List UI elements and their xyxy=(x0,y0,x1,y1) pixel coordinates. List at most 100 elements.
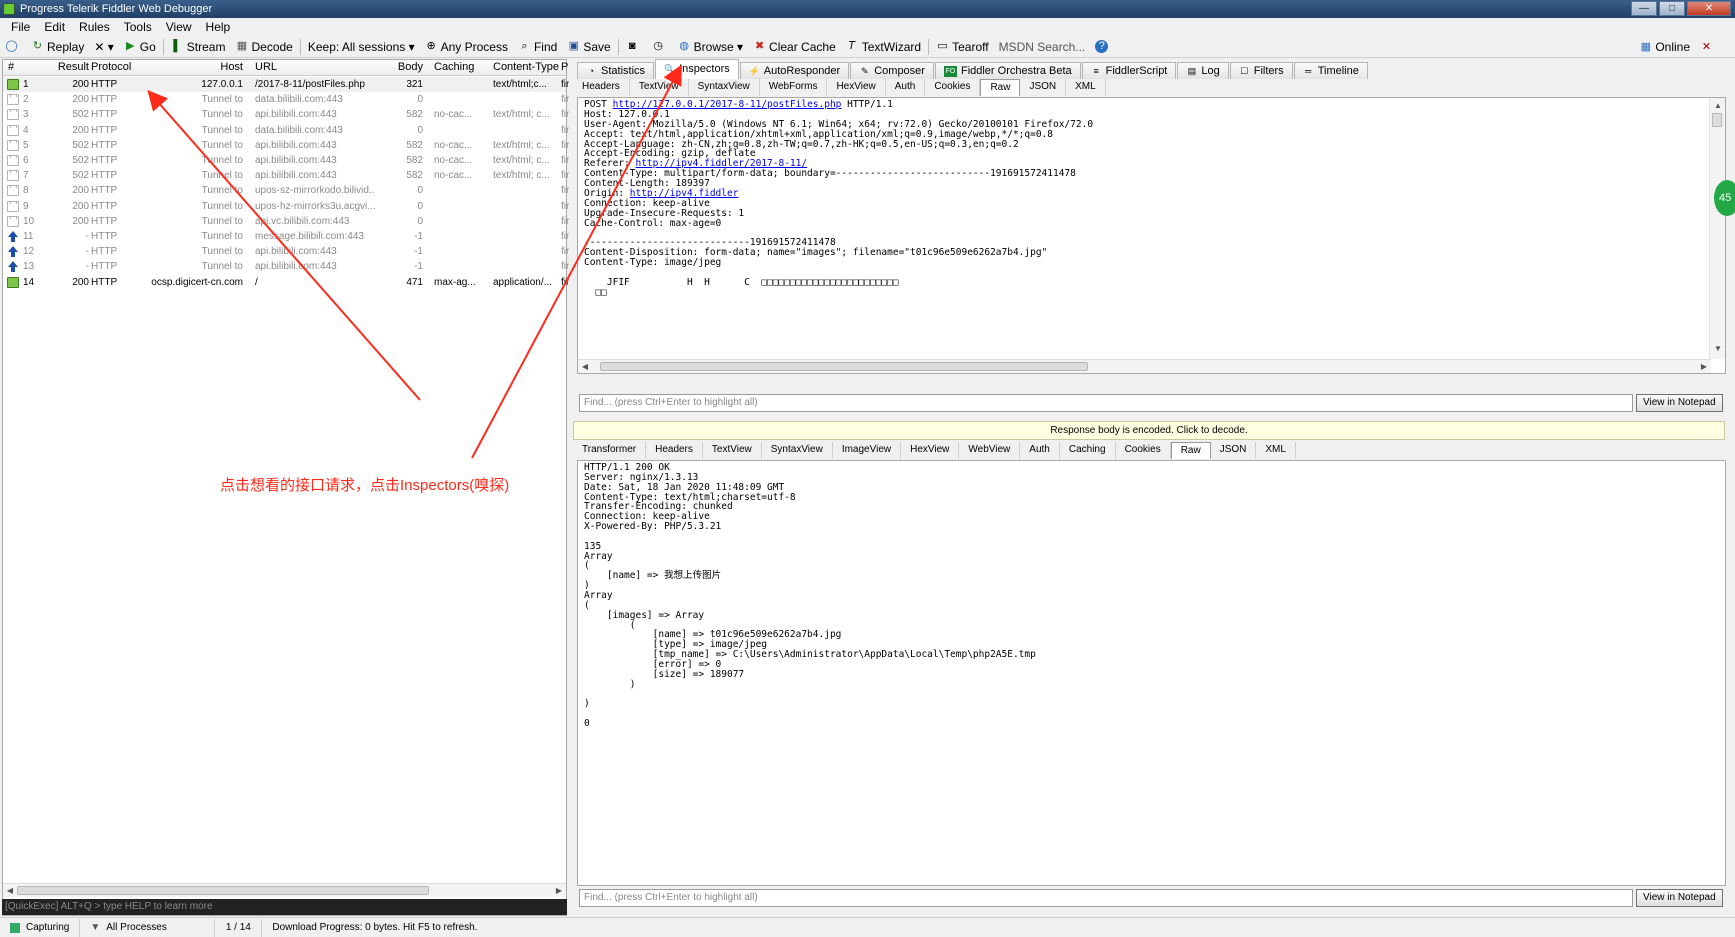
response-tab-syntaxview[interactable]: SyntaxView xyxy=(762,442,833,459)
column-header-result[interactable]: Result xyxy=(51,60,89,75)
session-row[interactable]: 9 200 HTTP Tunnel to upos-hz-mirrorks3u.acgv… xyxy=(3,199,569,214)
session-row[interactable]: 1 200 HTTP 127.0.0.1/2017-8-11/postFiles.ph… xyxy=(3,77,569,92)
request-tab-hexview[interactable]: HexView xyxy=(827,79,886,96)
request-tab-raw[interactable]: Raw xyxy=(980,79,1021,96)
tab-orchestra[interactable]: FO Fiddler Orchestra Beta xyxy=(934,62,1081,79)
stream-button[interactable]: ▌ Stream xyxy=(166,37,231,57)
response-tab-raw[interactable]: Raw xyxy=(1170,442,1211,459)
help-button[interactable]: ? xyxy=(1090,37,1116,57)
comment-button[interactable]: ◯ xyxy=(0,37,26,57)
scroll-left-icon[interactable]: ◀ xyxy=(5,885,15,896)
column-header-url[interactable]: URL xyxy=(255,60,375,75)
tab-inspectors[interactable]: 🔍 Inspectors xyxy=(655,59,739,79)
find-button[interactable]: ⌕ Find xyxy=(513,37,562,57)
request-horizontal-scrollbar[interactable]: ◀ ▶ xyxy=(578,359,1711,373)
tab-composer[interactable]: ✎ Composer xyxy=(850,62,934,79)
response-tab-json[interactable]: JSON xyxy=(1211,442,1257,459)
session-row[interactable]: 11 - HTTP Tunnel to message.bilibili.com:443… xyxy=(3,229,569,244)
browse-button[interactable]: ◍ Browse ▾ xyxy=(673,37,748,57)
session-row[interactable]: 8 200 HTTP Tunnel to upos-sz-mirrorkodo.bili… xyxy=(3,183,569,198)
tab-autoresponder[interactable]: ⚡ AutoResponder xyxy=(739,62,850,79)
response-view-in-notepad-button[interactable]: View in Notepad xyxy=(1636,889,1723,907)
process-filter[interactable]: ▼ All Processes xyxy=(80,918,216,937)
online-status[interactable]: ▦ Online ✕ xyxy=(1634,36,1721,57)
tab-timeline[interactable]: ═ Timeline xyxy=(1293,62,1368,79)
capturing-toggle[interactable]: Capturing xyxy=(0,918,81,937)
column-header-body[interactable]: Body xyxy=(378,60,423,75)
session-row[interactable]: 3 502 HTTP Tunnel to api.bilibili.com:443 582… xyxy=(3,107,569,122)
any-process-button[interactable]: ⊕ Any Process xyxy=(420,37,513,57)
session-row[interactable]: 4 200 HTTP Tunnel to data.bilibili.com:443 0 f… xyxy=(3,123,569,138)
tab-log[interactable]: ▤ Log xyxy=(1177,62,1229,79)
column-header-host[interactable]: Host xyxy=(135,60,243,75)
menu-rules[interactable]: Rules xyxy=(72,18,117,36)
request-tab-xml[interactable]: XML xyxy=(1066,79,1106,96)
close-toolbar-icon[interactable]: ✕ xyxy=(1700,41,1713,54)
session-row[interactable]: 12 - HTTP Tunnel to api.bilibili.com:443 -1 fi… xyxy=(3,244,569,259)
menu-view[interactable]: View xyxy=(159,18,199,36)
session-row[interactable]: 7 502 HTTP Tunnel to api.bilibili.com:443 582… xyxy=(3,168,569,183)
response-tab-auth[interactable]: Auth xyxy=(1020,442,1060,459)
response-tab-caching[interactable]: Caching xyxy=(1060,442,1116,459)
response-find-input[interactable]: Find... (press Ctrl+Enter to highlight a… xyxy=(579,889,1633,907)
request-tab-textview[interactable]: TextView xyxy=(630,79,689,96)
scroll-thumb[interactable] xyxy=(17,886,429,895)
timer-button[interactable]: ◷ xyxy=(647,37,673,57)
minimize-button[interactable]: — xyxy=(1631,1,1657,16)
tab-filters[interactable]: ☐ Filters xyxy=(1229,62,1293,79)
msdn-search-input[interactable]: MSDN Search... xyxy=(994,37,1091,57)
remove-sessions-button[interactable]: ✕ ▾ xyxy=(89,37,118,57)
maximize-button[interactable]: □ xyxy=(1659,1,1685,16)
replay-button[interactable]: ↻ Replay xyxy=(26,37,89,57)
scroll-right-icon[interactable]: ▶ xyxy=(1699,361,1709,372)
screenshot-button[interactable]: ◙ xyxy=(621,37,647,57)
request-tab-webforms[interactable]: WebForms xyxy=(760,79,828,96)
response-tab-textview[interactable]: TextView xyxy=(703,442,762,459)
menu-tools[interactable]: Tools xyxy=(117,18,159,36)
column-header-content-type[interactable]: Content-Type xyxy=(493,60,559,75)
response-tab-webview[interactable]: WebView xyxy=(959,442,1021,459)
request-vertical-scrollbar[interactable]: ▲ ▼ xyxy=(1709,98,1725,359)
column-header-protocol[interactable]: Protocol xyxy=(91,60,133,75)
session-row[interactable]: 5 502 HTTP Tunnel to api.bilibili.com:443 582… xyxy=(3,138,569,153)
tab-statistics[interactable]: ◔ Statistics xyxy=(577,62,655,79)
request-tab-auth[interactable]: Auth xyxy=(886,79,926,96)
request-raw-view[interactable]: POST http://127.0.0.1/2017-8-11/postFile… xyxy=(577,97,1726,374)
quickexec-input[interactable]: [QuickExec] ALT+Q > type HELP to learn m… xyxy=(2,899,567,915)
column-header-[interactable]: # xyxy=(8,60,48,75)
tearoff-button[interactable]: ▭ Tearoff xyxy=(931,37,993,57)
response-tab-headers[interactable]: Headers xyxy=(646,442,703,459)
scroll-thumb[interactable] xyxy=(1712,113,1722,127)
column-header-pr[interactable]: Pr xyxy=(561,60,569,75)
column-header-caching[interactable]: Caching xyxy=(434,60,490,75)
scroll-left-icon[interactable]: ◀ xyxy=(580,361,590,372)
decode-response-banner[interactable]: Response body is encoded. Click to decod… xyxy=(573,421,1725,440)
request-find-input[interactable]: Find... (press Ctrl+Enter to highlight a… xyxy=(579,394,1633,412)
session-row[interactable]: 6 502 HTTP Tunnel to api.bilibili.com:443 582… xyxy=(3,153,569,168)
session-row[interactable]: 13 - HTTP Tunnel to api.bilibili.com:443 -1 fi… xyxy=(3,259,569,274)
session-row[interactable]: 2 200 HTTP Tunnel to data.bilibili.com:443 0 f… xyxy=(3,92,569,107)
request-tab-cookies[interactable]: Cookies xyxy=(925,79,981,96)
scroll-down-icon[interactable]: ▼ xyxy=(1713,343,1723,354)
performance-badge[interactable]: 45 xyxy=(1714,180,1735,216)
close-button[interactable]: ✕ xyxy=(1687,1,1731,16)
decode-button[interactable]: ▦ Decode xyxy=(230,37,297,57)
sessions-horizontal-scrollbar[interactable]: ◀ ▶ xyxy=(3,883,566,897)
request-tab-json[interactable]: JSON xyxy=(1020,79,1067,96)
scroll-up-icon[interactable]: ▲ xyxy=(1713,100,1723,111)
menu-edit[interactable]: Edit xyxy=(37,18,72,36)
session-row[interactable]: 14 200 HTTP ocsp.digicert-cn.com / 471 max-ag.… xyxy=(3,275,569,290)
response-tab-cookies[interactable]: Cookies xyxy=(1116,442,1171,459)
textwizard-button[interactable]: 𝑇 TextWizard xyxy=(841,37,926,57)
response-raw-view[interactable]: HTTP/1.1 200 OK Server: nginx/1.3.13 Date:… xyxy=(577,460,1726,886)
clear-cache-button[interactable]: ✖ Clear Cache xyxy=(748,37,841,57)
menu-help[interactable]: Help xyxy=(199,18,238,36)
keep-sessions-dropdown[interactable]: Keep: All sessions ▾ xyxy=(303,37,420,57)
response-tab-xml[interactable]: XML xyxy=(1256,442,1296,459)
response-tab-hexview[interactable]: HexView xyxy=(901,442,960,459)
save-button[interactable]: ▣ Save xyxy=(562,37,615,57)
tab-fiddlerscript[interactable]: ≡ FiddlerScript xyxy=(1081,62,1177,79)
request-tab-headers[interactable]: Headers xyxy=(573,79,630,96)
response-tab-imageview[interactable]: ImageView xyxy=(833,442,902,459)
response-tab-transformer[interactable]: Transformer xyxy=(573,442,647,459)
